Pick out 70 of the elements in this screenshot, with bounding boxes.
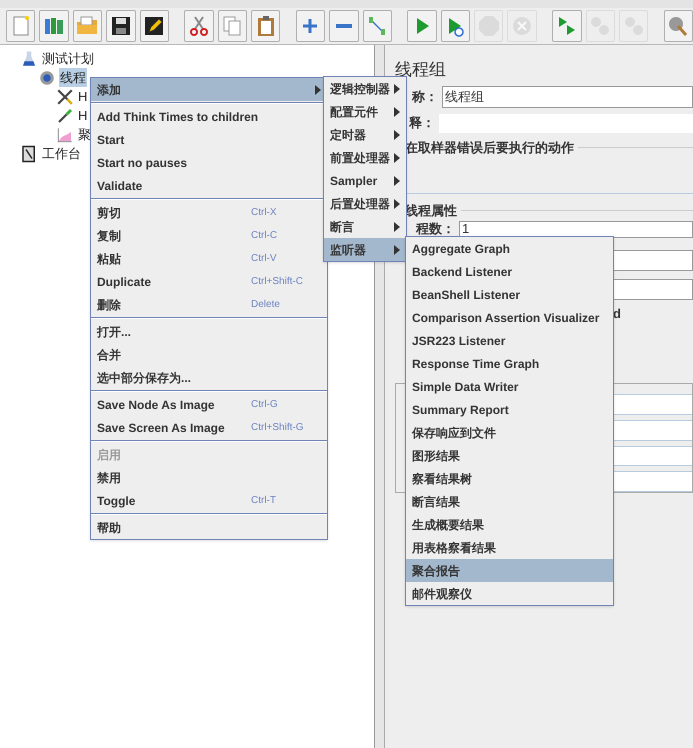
menu-item[interactable]: 禁用 xyxy=(91,466,327,489)
menu-item[interactable]: Save Node As Image Ctrl-G xyxy=(91,393,327,416)
field-label: 程数： xyxy=(414,221,455,236)
menu-item[interactable]: 保存响应到文件 xyxy=(406,421,613,444)
menu-item[interactable]: 选中部分保存为... xyxy=(91,366,327,389)
submenu-arrow-icon xyxy=(394,152,400,162)
submenu-arrow-icon xyxy=(394,244,400,254)
notepad-icon xyxy=(20,144,38,162)
menu-item[interactable]: 图形结果 xyxy=(406,444,613,467)
menu-item[interactable]: 监听器 xyxy=(324,238,406,261)
menu-item[interactable]: 复制 Ctrl-C xyxy=(91,224,327,247)
minus-icon xyxy=(336,24,352,28)
menu-item[interactable]: Start no pauses xyxy=(91,151,327,174)
flask-icon xyxy=(20,50,38,68)
menu-item[interactable]: 断言 xyxy=(324,215,406,238)
menu-item[interactable]: 聚合报告 xyxy=(406,559,613,582)
menu-item[interactable]: Start xyxy=(91,128,327,151)
field-label: 称： xyxy=(410,88,438,106)
menu-item[interactable]: 定时器 xyxy=(324,123,406,146)
menu-item[interactable]: 用表格察看结果 xyxy=(406,536,613,559)
menu-item[interactable]: 邮件观察仪 xyxy=(406,582,613,605)
tree-item[interactable]: 线程 xyxy=(59,68,87,88)
tree-item[interactable]: H xyxy=(77,106,88,126)
menu-item[interactable]: 后置处理器 xyxy=(324,192,406,215)
menu-item[interactable]: Summary Report xyxy=(406,398,613,421)
menu-item[interactable]: Comparison Assertion Visualizer xyxy=(406,306,613,329)
tree-item[interactable]: 测试计划 xyxy=(41,48,95,68)
menu-item[interactable]: Save Screen As Image Ctrl+Shift-G xyxy=(91,416,327,439)
submenu-arrow-icon xyxy=(394,84,400,94)
chart-icon xyxy=(56,126,74,144)
menu-item[interactable]: Validate xyxy=(91,174,327,197)
menu-item[interactable]: 剪切 Ctrl-X xyxy=(91,201,327,224)
menu-item[interactable]: Sampler xyxy=(324,169,406,192)
menu-item[interactable]: BeanShell Listener xyxy=(406,283,613,306)
field-label: 释： xyxy=(408,114,435,132)
tree-item[interactable]: H xyxy=(77,86,88,106)
menu-item[interactable]: 生成概要结果 xyxy=(406,513,613,536)
menu-item[interactable]: Toggle Ctrl-T xyxy=(91,489,327,512)
toolbar-button[interactable] xyxy=(140,10,169,42)
toolbar-button[interactable] xyxy=(106,10,136,42)
menu-item[interactable]: Backend Listener xyxy=(406,260,613,283)
input-field[interactable]: 1 xyxy=(459,221,693,238)
tools-icon xyxy=(56,88,74,106)
menu-item[interactable]: 合并 xyxy=(91,343,327,366)
submenu-arrow-icon xyxy=(394,106,400,116)
menu-item[interactable]: 前置处理器 xyxy=(324,146,406,169)
menu-item[interactable]: 打开... xyxy=(91,320,327,343)
submenu-arrow-icon xyxy=(394,176,400,186)
menu-item[interactable]: Response Time Graph xyxy=(406,352,613,375)
submenu-arrow-icon xyxy=(394,130,400,140)
submenu-arrow-icon xyxy=(394,198,400,208)
menu-item[interactable]: 粘贴 Ctrl-V xyxy=(91,247,327,270)
dropper-icon xyxy=(56,106,74,124)
tree-item[interactable]: 聚 xyxy=(77,124,92,144)
menu-item[interactable]: Simple Data Writer xyxy=(406,375,613,398)
menu-item[interactable]: 删除 Delete xyxy=(91,293,327,316)
menu-item[interactable]: JSR223 Listener xyxy=(406,329,613,352)
menu-item[interactable]: 配置元件 xyxy=(324,100,406,123)
menu-item: 启用 xyxy=(96,446,122,464)
submenu-arrow-icon xyxy=(315,84,321,94)
menu-item[interactable]: Aggregate Graph xyxy=(406,237,613,260)
submenu-arrow-icon xyxy=(394,222,400,232)
input-field[interactable]: 线程组 xyxy=(442,86,693,108)
menu-item[interactable]: Duplicate Ctrl+Shift-C xyxy=(91,270,327,293)
menu-item[interactable]: Add Think Times to children xyxy=(91,105,327,128)
checkbox-label: d xyxy=(613,305,621,323)
menu-item[interactable]: 察看结果树 xyxy=(406,467,613,490)
menu-item[interactable]: 帮助 xyxy=(91,516,327,539)
menu-item[interactable]: 断言结果 xyxy=(406,490,613,513)
tree-item[interactable]: 工作台 xyxy=(41,144,82,164)
